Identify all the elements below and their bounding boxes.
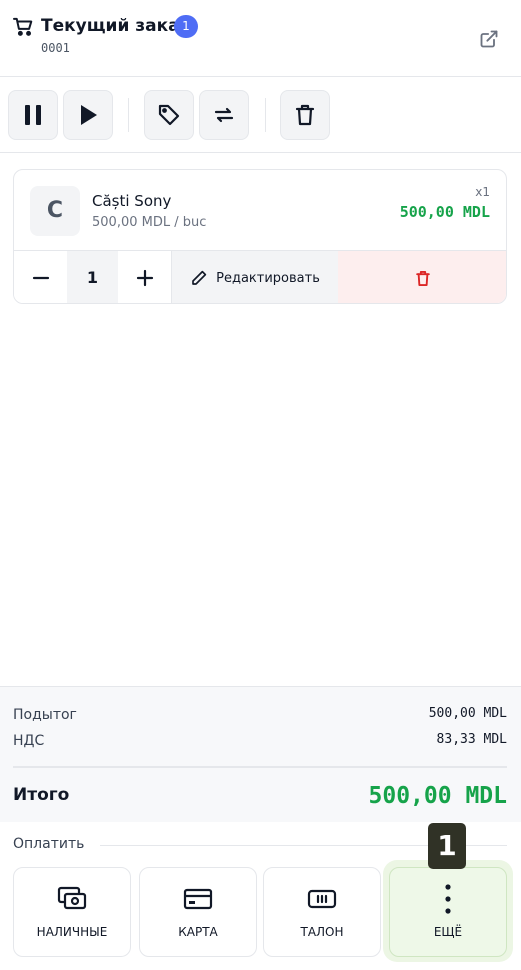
toolbar-divider: [128, 98, 129, 132]
swap-icon: [214, 107, 234, 123]
play-icon: [81, 105, 97, 125]
item-quantity-label: x1: [475, 185, 490, 199]
total-label: Итого: [13, 785, 70, 805]
open-external-icon[interactable]: [478, 29, 500, 49]
toolbar-divider: [265, 98, 266, 132]
order-header: Текущий заказ 1 0001: [0, 0, 521, 77]
minus-icon: [32, 276, 49, 280]
more-vertical-icon: [445, 884, 451, 914]
item-unit-price: 500,00 MDL / buc: [92, 215, 207, 230]
remove-item-button[interactable]: [338, 251, 506, 303]
pay-more-button[interactable]: ЕЩЁ: [389, 867, 507, 957]
item-total: 500,00 MDL: [399, 203, 490, 221]
clear-order-button[interactable]: [280, 90, 330, 140]
pay-cash-label: НАЛИЧНЫЕ: [36, 925, 108, 939]
quantity-value[interactable]: 1: [67, 251, 118, 303]
payment-section-label: Оплатить: [13, 836, 99, 852]
card-icon: [183, 888, 213, 910]
decrease-quantity-button[interactable]: [14, 251, 67, 303]
item-name: Căști Sony: [92, 192, 172, 210]
pay-voucher-button[interactable]: ТАЛОН: [263, 867, 381, 957]
shortcut-badge: 1: [428, 823, 466, 869]
tag-icon: [158, 104, 180, 126]
order-number: 0001: [41, 41, 70, 55]
trash-icon: [295, 104, 315, 126]
cash-icon: [57, 886, 87, 910]
pencil-icon: [192, 270, 207, 285]
plus-icon: [136, 269, 153, 287]
resume-button[interactable]: [63, 90, 113, 140]
pay-cash-button[interactable]: НАЛИЧНЫЕ: [13, 867, 131, 957]
item-actions: 1 Редактировать: [14, 250, 506, 303]
totals-divider: [13, 766, 507, 768]
order-item-card: C Căști Sony 500,00 MDL / buc x1 500,00 …: [13, 169, 507, 304]
pause-button[interactable]: [8, 90, 58, 140]
total-value: 500,00 MDL: [368, 783, 507, 809]
pay-card-label: КАРТА: [178, 925, 218, 939]
subtotal-value: 500,00 MDL: [428, 706, 507, 721]
pause-icon: [25, 105, 41, 125]
page-title: Текущий заказ: [41, 16, 190, 36]
order-toolbar: [0, 77, 521, 153]
cart-icon: [13, 17, 33, 36]
increase-quantity-button[interactable]: [118, 251, 171, 303]
item-avatar: C: [30, 186, 80, 236]
pay-more-label: ЕЩЁ: [433, 925, 463, 939]
voucher-icon: [307, 889, 337, 909]
subtotal-label: Подытог: [13, 707, 77, 723]
edit-item-button[interactable]: Редактировать: [171, 251, 338, 303]
vat-label: НДС: [13, 733, 45, 749]
pay-card-button[interactable]: КАРТА: [139, 867, 257, 957]
pay-voucher-label: ТАЛОН: [300, 925, 344, 939]
edit-item-label: Редактировать: [216, 270, 320, 286]
swap-button[interactable]: [199, 90, 249, 140]
vat-value: 83,33 MDL: [436, 732, 507, 747]
item-count-badge: 1: [174, 15, 198, 38]
order-totals: Подытог 500,00 MDL НДС 83,33 MDL Итого 5…: [0, 686, 521, 822]
discount-button[interactable]: [144, 90, 194, 140]
trash-icon: [416, 270, 430, 286]
